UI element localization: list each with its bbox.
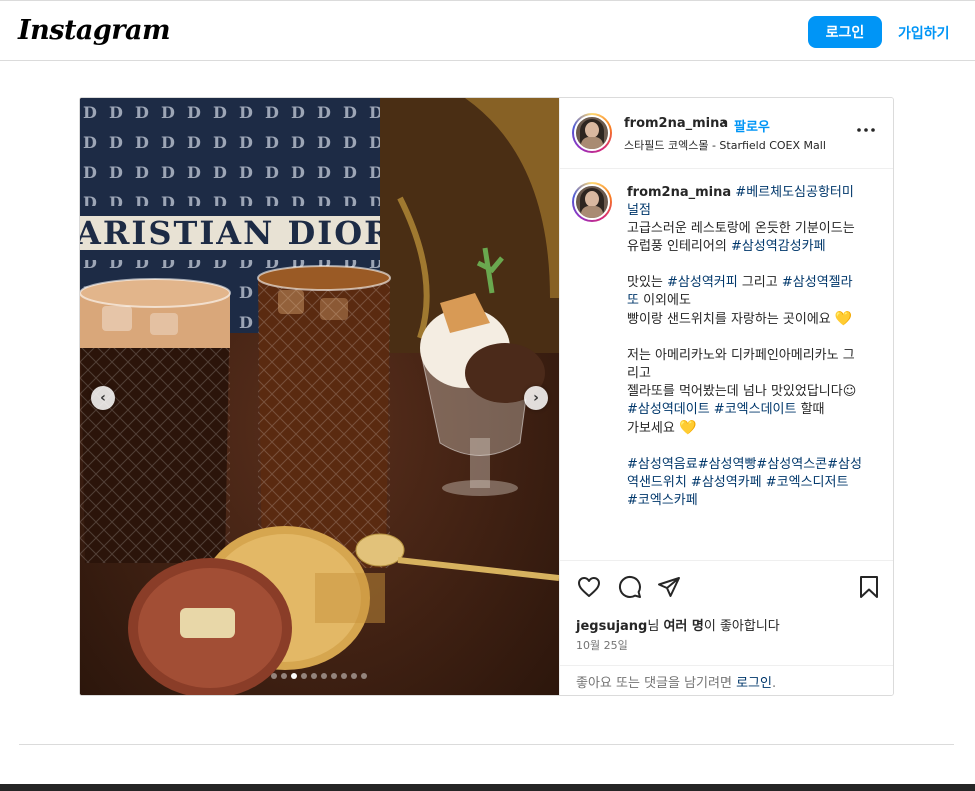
- caption-username[interactable]: from2na_mina: [627, 185, 731, 200]
- likes-text: 님: [647, 619, 664, 634]
- caption-line: 젤라또를 먹어봤는데 넘나 맛있었답니다☺︎: [627, 384, 857, 399]
- caption-text: 가보세요: [627, 421, 679, 436]
- yellow-heart-emoji: 💛: [678, 420, 697, 436]
- login-button[interactable]: 로그인: [808, 16, 882, 48]
- follow-button[interactable]: 팔로우: [734, 116, 770, 135]
- post-media-carousel[interactable]: D ARISTIAN DIOR: [80, 98, 559, 695]
- caption-line: 고급스러운 레스토랑에 온듯한 기분이드는: [627, 221, 855, 236]
- likes-others[interactable]: 여러 명: [663, 619, 703, 634]
- hashtag[interactable]: #삼성역데이트: [627, 402, 710, 417]
- post-actions: jegsujang님 여러 명이 좋아합니다 10월 25일: [560, 560, 893, 665]
- instagram-logo[interactable]: Instagram: [18, 15, 171, 46]
- carousel-dot: [341, 673, 347, 679]
- comment-login-prompt: 좋아요 또는 댓글을 남기려면 로그인.: [576, 672, 776, 691]
- caption-text: 그리고: [737, 275, 782, 290]
- hashtag[interactable]: #삼성역감성카페: [731, 239, 826, 254]
- carousel-dot: [331, 673, 337, 679]
- post-username[interactable]: from2na_mina: [624, 116, 728, 131]
- bookmark-icon[interactable]: [857, 575, 881, 599]
- paper-plane-icon[interactable]: [657, 575, 681, 599]
- signup-link[interactable]: 가입하기: [898, 23, 950, 43]
- carousel-indicator: [271, 673, 367, 679]
- carousel-dot: [311, 673, 317, 679]
- caption-avatar[interactable]: [572, 182, 612, 222]
- carousel-dot: [351, 673, 357, 679]
- caption-line: 저는 아메리카노와 디카페인아메리카노 그리고: [627, 348, 855, 381]
- add-comment-bar: 좋아요 또는 댓글을 남기려면 로그인.: [560, 665, 893, 695]
- likes-text: 이 좋아합니다: [703, 619, 780, 634]
- post-card: D ARISTIAN DIOR: [79, 97, 894, 696]
- comment-prompt-text: 좋아요 또는 댓글을 남기려면: [576, 676, 737, 691]
- hashtag[interactable]: #코엑스데이트: [714, 402, 797, 417]
- footer-bar: [0, 784, 975, 791]
- caption-text: 빵이랑 샌드위치를 자랑하는 곳이에요: [627, 312, 831, 327]
- more-horizontal-icon[interactable]: [856, 120, 876, 140]
- hashtag-group[interactable]: #삼성역음료#삼성역빵#삼성역스콘#삼성역샌드위치 #삼성역카페 #코엑스디저트…: [627, 456, 863, 510]
- liker-username[interactable]: jegsujang: [576, 619, 647, 634]
- top-navbar: Instagram 로그인 가입하기: [0, 0, 975, 61]
- hashtag[interactable]: #삼성역커피: [667, 275, 738, 290]
- caption-text: 맛있는: [627, 275, 668, 290]
- carousel-dot: [291, 673, 297, 679]
- post-date[interactable]: 10월 25일: [576, 637, 628, 653]
- post-caption: from2na_mina #베르체도심공항터미널점 고급스러운 레스토랑에 온듯…: [627, 184, 863, 510]
- separator-dot: •: [721, 116, 729, 131]
- post-sidebar: from2na_mina • 팔로우 스타필드 코엑스몰 - Starfield…: [559, 98, 893, 695]
- avatar[interactable]: [572, 113, 612, 153]
- comment-login-link[interactable]: 로그인: [736, 676, 772, 691]
- likes-summary[interactable]: jegsujang님 여러 명이 좋아합니다: [576, 615, 780, 634]
- comment-period: .: [771, 676, 777, 691]
- comment-icon[interactable]: [618, 575, 642, 599]
- carousel-dot: [281, 673, 287, 679]
- caption-text: 이외에도: [638, 293, 691, 308]
- post-location[interactable]: 스타필드 코엑스몰 - Starfield COEX Mall: [624, 137, 826, 153]
- post-photo: D ARISTIAN DIOR: [80, 98, 559, 695]
- comments-section[interactable]: from2na_mina #베르체도심공항터미널점 고급스러운 레스토랑에 온듯…: [560, 170, 893, 559]
- yellow-heart-emoji: 💛: [834, 311, 853, 327]
- caption-text: 유럽풍 인테리어의: [627, 239, 731, 254]
- post-header: from2na_mina • 팔로우 스타필드 코엑스몰 - Starfield…: [560, 98, 893, 169]
- svg-text:ARISTIAN DIOR: ARISTIAN DIOR: [80, 214, 393, 252]
- caption-text: 할때: [796, 402, 825, 417]
- chevron-left-icon[interactable]: ‹: [91, 386, 115, 410]
- heart-icon[interactable]: [577, 575, 601, 599]
- chevron-right-icon[interactable]: ›: [524, 386, 548, 410]
- section-divider: [19, 744, 954, 745]
- carousel-dot: [301, 673, 307, 679]
- carousel-dot: [271, 673, 277, 679]
- carousel-dot: [321, 673, 327, 679]
- carousel-dot: [361, 673, 367, 679]
